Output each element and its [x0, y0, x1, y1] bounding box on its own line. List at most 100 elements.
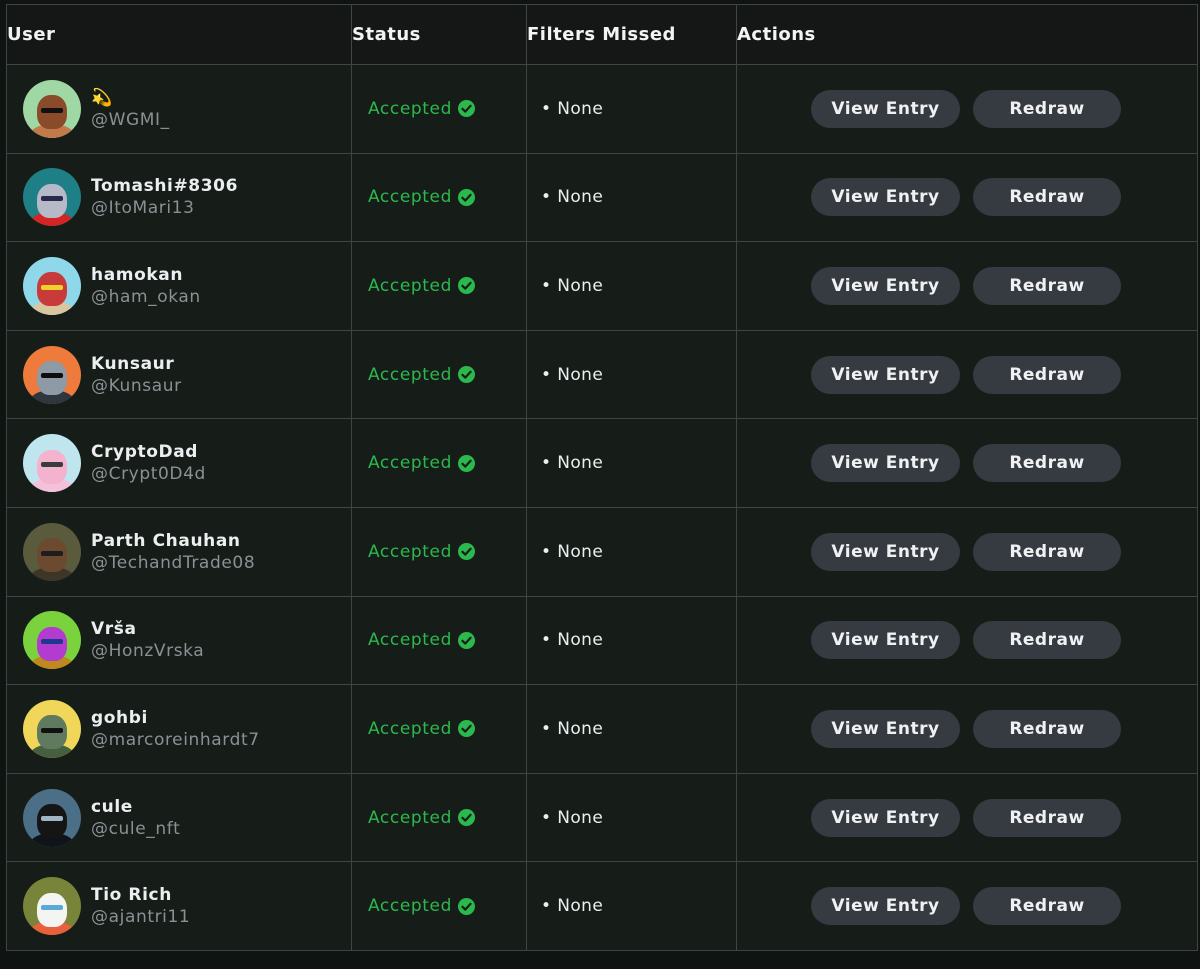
check-circle-icon: [458, 454, 475, 472]
view-entry-button[interactable]: View Entry: [811, 798, 960, 837]
avatar[interactable]: [23, 434, 81, 493]
avatar-eyes: [41, 196, 63, 202]
check-circle-icon: [458, 897, 475, 915]
redraw-button[interactable]: Redraw: [973, 444, 1121, 483]
user-handle[interactable]: @ajantri11: [91, 906, 190, 928]
view-entry-button[interactable]: View Entry: [811, 709, 960, 748]
avatar-eyes: [41, 284, 63, 290]
table-row: Kunsaur @Kunsaur Accepted • None View En…: [6, 329, 1198, 420]
avatar[interactable]: [23, 788, 81, 847]
status-cell: Accepted: [351, 418, 527, 508]
redraw-button[interactable]: Redraw: [973, 798, 1121, 837]
user-names: Vrša @HonzVrska: [91, 618, 204, 662]
view-entry-button[interactable]: View Entry: [811, 621, 960, 660]
user-cell: Tio Rich @ajantri11: [6, 861, 352, 951]
user-names: CryptoDad @Crypt0D4d: [91, 441, 206, 485]
redraw-button[interactable]: Redraw: [973, 709, 1121, 748]
view-entry-button[interactable]: View Entry: [811, 266, 960, 305]
user-display-name: 💫: [91, 87, 113, 108]
user-cell: hamokan @ham_okan: [6, 241, 352, 331]
avatar-eyes: [41, 462, 63, 467]
user-cell: 💫 @WGMI_: [6, 64, 352, 154]
redraw-button[interactable]: Redraw: [973, 532, 1121, 571]
redraw-button[interactable]: Redraw: [973, 178, 1121, 217]
actions-cell: View Entry Redraw: [736, 329, 1198, 420]
user-handle[interactable]: @HonzVrska: [91, 640, 204, 662]
user-handle[interactable]: @ham_okan: [91, 286, 201, 308]
filters-missed-value: • None: [541, 541, 604, 562]
filters-missed-value: • None: [541, 896, 604, 917]
view-entry-button[interactable]: View Entry: [811, 178, 960, 217]
status-cell: Accepted: [351, 152, 527, 243]
user-handle[interactable]: @Crypt0D4d: [91, 463, 206, 485]
actions-cell: View Entry Redraw: [736, 595, 1198, 686]
avatar[interactable]: [23, 699, 81, 758]
check-circle-icon: [458, 188, 475, 206]
avatar[interactable]: [23, 345, 81, 404]
table-row: 💫 @WGMI_ Accepted • None View Entry Redr…: [6, 64, 1198, 154]
status-label: Accepted: [368, 896, 452, 917]
view-entry-button[interactable]: View Entry: [811, 887, 960, 926]
status-cell: Accepted: [351, 64, 527, 154]
status-cell: Accepted: [351, 772, 527, 863]
user-names: 💫 @WGMI_: [91, 87, 170, 131]
user-handle[interactable]: @marcoreinhardt7: [91, 729, 260, 751]
filters-missed-cell: • None: [526, 684, 737, 774]
filters-missed-cell: • None: [526, 418, 737, 508]
user-handle[interactable]: @TechandTrade08: [91, 552, 255, 574]
table-row: Tio Rich @ajantri11 Accepted • None View…: [6, 861, 1198, 951]
avatar[interactable]: [23, 522, 81, 581]
filters-missed-value: • None: [541, 453, 604, 474]
status-cell: Accepted: [351, 861, 527, 951]
filters-missed-value: • None: [541, 630, 604, 651]
avatar[interactable]: [23, 611, 81, 670]
table-row: cule @cule_nft Accepted • None View Entr…: [6, 772, 1198, 863]
avatar[interactable]: [23, 256, 81, 315]
view-entry-button[interactable]: View Entry: [811, 444, 960, 483]
user-names: cule @cule_nft: [91, 796, 180, 840]
user-cell: Kunsaur @Kunsaur: [6, 329, 352, 420]
user-display-name: Parth Chauhan: [91, 530, 241, 551]
user-names: Tio Rich @ajantri11: [91, 884, 190, 928]
table-row: Vrša @HonzVrska Accepted • None View Ent…: [6, 595, 1198, 686]
avatar-eyes: [41, 550, 63, 556]
filters-missed-cell: • None: [526, 506, 737, 597]
user-handle[interactable]: @WGMI_: [91, 109, 170, 131]
actions-cell: View Entry Redraw: [736, 418, 1198, 508]
view-entry-button[interactable]: View Entry: [811, 355, 960, 394]
view-entry-button[interactable]: View Entry: [811, 532, 960, 571]
user-names: Parth Chauhan @TechandTrade08: [91, 530, 255, 574]
avatar[interactable]: [23, 79, 81, 138]
filters-missed-value: • None: [541, 718, 604, 739]
filters-missed-value: • None: [541, 98, 604, 119]
filters-missed-cell: • None: [526, 64, 737, 154]
redraw-button[interactable]: Redraw: [973, 266, 1121, 305]
redraw-button[interactable]: Redraw: [973, 89, 1121, 128]
user-handle[interactable]: @cule_nft: [91, 818, 180, 840]
avatar[interactable]: [23, 168, 81, 227]
table-row: hamokan @ham_okan Accepted • None View E…: [6, 241, 1198, 331]
header-filters-missed: Filters Missed: [526, 4, 737, 65]
filters-missed-cell: • None: [526, 595, 737, 686]
check-circle-icon: [458, 720, 475, 738]
user-cell: Vrša @HonzVrska: [6, 595, 352, 686]
status-label: Accepted: [368, 275, 452, 296]
user-display-name: Kunsaur: [91, 353, 175, 374]
user-handle[interactable]: @ItoMari13: [91, 197, 238, 219]
avatar-eyes: [41, 639, 63, 645]
redraw-button[interactable]: Redraw: [973, 887, 1121, 926]
redraw-button[interactable]: Redraw: [973, 621, 1121, 660]
filters-missed-cell: • None: [526, 329, 737, 420]
status-label: Accepted: [368, 807, 452, 828]
actions-cell: View Entry Redraw: [736, 506, 1198, 597]
actions-cell: View Entry Redraw: [736, 152, 1198, 243]
view-entry-button[interactable]: View Entry: [811, 89, 960, 128]
status-cell: Accepted: [351, 684, 527, 774]
redraw-button[interactable]: Redraw: [973, 355, 1121, 394]
actions-cell: View Entry Redraw: [736, 64, 1198, 154]
user-handle[interactable]: @Kunsaur: [91, 375, 182, 397]
avatar-eyes: [41, 727, 63, 733]
user-display-name: CryptoDad: [91, 442, 199, 463]
avatar[interactable]: [23, 877, 81, 936]
check-circle-icon: [458, 100, 475, 118]
